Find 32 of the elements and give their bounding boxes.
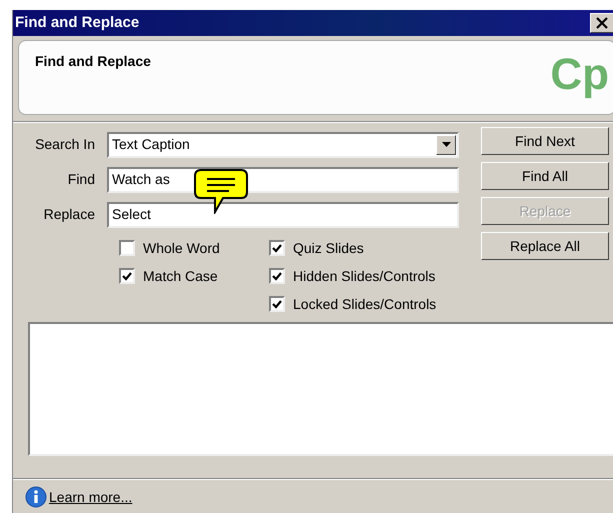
input-field[interactable]: Select	[107, 202, 459, 228]
field-label: Find	[66, 170, 96, 189]
dropdown-field[interactable]: Text Caption	[107, 132, 459, 158]
logo: Cp	[550, 53, 609, 101]
dialog-button[interactable]: Find Next	[481, 127, 609, 155]
header-title: Find and Replace	[35, 52, 151, 71]
checkbox-label: Match Case	[143, 266, 218, 286]
checkbox[interactable]	[269, 268, 285, 284]
check-icon	[272, 300, 282, 308]
check-icon	[272, 244, 282, 252]
window-title: Find and Replace	[15, 12, 140, 33]
checkbox[interactable]	[119, 240, 135, 256]
speech-bubble-tooltip	[193, 168, 249, 214]
caret-icon	[442, 142, 450, 147]
close-button[interactable]	[590, 13, 613, 33]
dialog-button[interactable]: Replace All	[481, 232, 609, 260]
field-label: Search In	[34, 135, 96, 154]
checkbox[interactable]	[119, 268, 135, 284]
field-label: Replace	[42, 205, 96, 224]
close-icon	[596, 17, 608, 29]
info-icon	[25, 486, 47, 508]
check-icon	[272, 272, 282, 280]
check-icon	[122, 272, 132, 280]
dialog-button[interactable]: Find All	[481, 162, 609, 190]
checkbox-label: Quiz Slides	[293, 238, 364, 258]
checkbox[interactable]	[269, 240, 285, 256]
dropdown-button[interactable]	[436, 134, 456, 154]
checkbox-label: Whole Word	[143, 238, 220, 258]
learn-more-link[interactable]: Learn more...	[49, 486, 132, 508]
checkbox-label: Hidden Slides/Controls	[293, 266, 436, 286]
checkbox[interactable]	[269, 296, 285, 312]
checkbox-label: Locked Slides/Controls	[293, 294, 436, 314]
